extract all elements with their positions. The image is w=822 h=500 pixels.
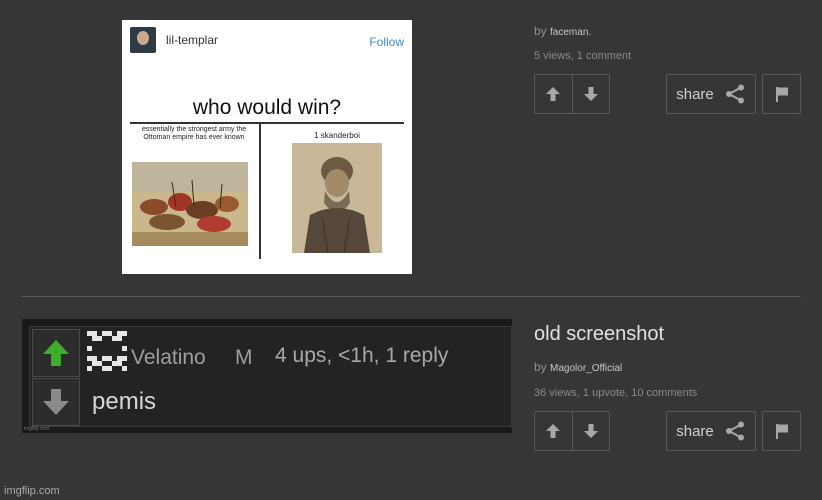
meme-header: lil-templar Follow [130,27,404,55]
arrow-down-icon [583,424,598,438]
screenshot-downvote [32,378,80,426]
post-1-vote-group [534,74,610,114]
arrow-down-icon [43,389,69,415]
meme-image[interactable]: lil-templar Follow who would win? essent… [122,20,412,274]
flag-icon [775,424,788,439]
meme-left-caption: essentially the strongest army the Ottom… [141,126,247,141]
flag-icon [775,87,788,102]
post-2-share-button[interactable]: share [666,411,756,451]
post-1-upvote-button[interactable] [535,75,572,113]
arrow-up-icon [546,424,561,438]
imgflip-watermark: imgflip.com [4,485,60,497]
meme-username: lil-templar [166,33,219,47]
by-label: by [534,24,547,38]
post-2-stats: 36 views, 1 upvote, 10 comments [534,387,698,399]
post-divider [21,296,801,297]
meme-divider-vertical [259,124,261,259]
post-1-stats: 5 views, 1 comment [534,50,632,62]
post-2-byline: by Magolor_Official [534,360,622,374]
post-2-downvote-button[interactable] [571,412,609,450]
post-2-vote-group [534,411,610,451]
meme-follow-link: Follow [369,35,404,49]
post-2-username[interactable]: Magolor_Official [550,363,622,374]
screenshot-upvote [32,329,80,377]
post-1-share-button[interactable]: share [666,74,756,114]
meme-question: who would win? [192,96,342,119]
meme-divider-horizontal [130,122,404,124]
screenshot-comment-meta: 4 ups, <1h, 1 reply [275,344,449,367]
share-label: share [676,422,714,440]
share-icon [725,421,744,441]
share-icon [725,84,744,104]
post-2-title[interactable]: old screenshot [534,323,664,346]
skanderbeg-portrait [292,143,382,253]
screenshot-user-badge: M [235,346,253,369]
meme-right-caption: 1 skanderboi [314,131,360,140]
post-1-downvote-button[interactable] [571,75,609,113]
post-1-byline: by faceman. [534,24,591,38]
meme-avatar [130,27,156,53]
post-1-flag-button[interactable] [762,74,801,114]
screenshot-vote-column [32,329,80,426]
post-1-username[interactable]: faceman. [550,27,591,38]
post-2-flag-button[interactable] [762,411,801,451]
pixel-avatar [87,331,127,371]
arrow-down-icon [583,87,598,101]
screenshot-image[interactable]: Velatino M 4 ups, <1h, 1 reply pemis img… [22,319,512,433]
post-2-upvote-button[interactable] [535,412,572,450]
share-label: share [676,85,714,103]
arrow-up-icon [546,87,561,101]
battle-painting [132,162,248,246]
screenshot-comment-text: pemis [92,388,157,415]
comment-screenshot: Velatino M 4 ups, <1h, 1 reply pemis [29,326,512,427]
screenshot-credit: imgflip.com [24,426,50,432]
arrow-up-icon [43,340,69,366]
screenshot-username: Velatino [131,346,206,369]
by-label: by [534,360,547,374]
